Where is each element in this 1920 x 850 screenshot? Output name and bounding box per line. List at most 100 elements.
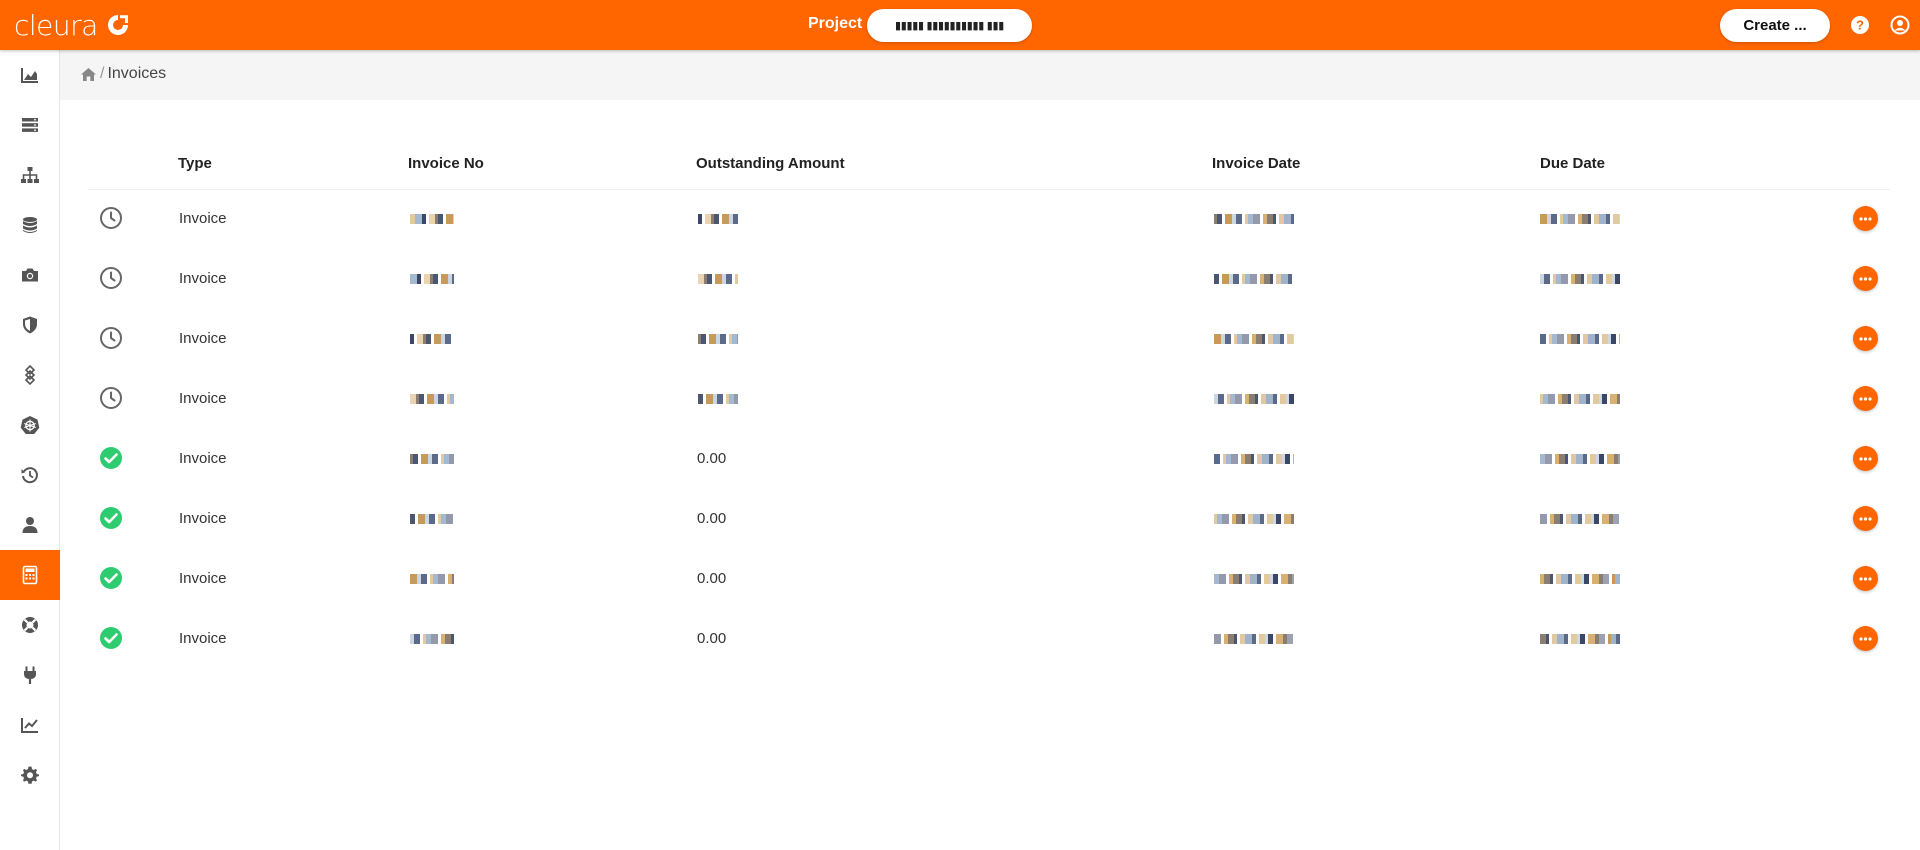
outstanding-amount: 0.00 [697, 510, 727, 527]
outstanding-amount: 0.00 [697, 570, 727, 587]
sidebar-item-snapshots[interactable] [0, 250, 60, 300]
column-header-type[interactable]: Type [178, 155, 212, 172]
redacted-value [1540, 394, 1620, 404]
sidebar-item-security[interactable] [0, 300, 60, 350]
ellipsis-icon [1859, 456, 1872, 461]
ellipsis-icon [1859, 216, 1872, 221]
table-row[interactable]: Invoice [88, 370, 1890, 430]
row-actions-button[interactable] [1853, 566, 1878, 591]
network-icon [21, 167, 39, 183]
invoice-type: Invoice [179, 270, 227, 287]
sidebar-item-integrations[interactable] [0, 650, 60, 700]
project-label: Project [808, 15, 863, 32]
sidebar [0, 50, 60, 850]
clock-icon [100, 267, 122, 289]
history-icon [21, 467, 38, 484]
row-actions-button[interactable] [1853, 266, 1878, 291]
ellipsis-icon [1859, 636, 1872, 641]
project-selector[interactable]: ▮▮▮▮▮ ▮▮▮▮▮▮▮▮▮▮ ▮▮▮ [867, 9, 1032, 42]
redacted-value [410, 394, 454, 404]
row-actions-button[interactable] [1853, 326, 1878, 351]
sidebar-item-users[interactable] [0, 500, 60, 550]
svg-text:?: ? [1856, 18, 1864, 33]
redacted-value [410, 574, 454, 584]
ellipsis-icon [1859, 276, 1872, 281]
invoice-type: Invoice [179, 450, 227, 467]
table-row[interactable]: Invoice [88, 250, 1890, 310]
column-header-invoice-no[interactable]: Invoice No [408, 155, 484, 172]
sidebar-item-billing[interactable] [0, 550, 60, 600]
sidebar-item-settings[interactable] [0, 750, 60, 800]
redacted-value [1214, 274, 1294, 284]
sidebar-item-layers[interactable] [0, 350, 60, 400]
invoice-type: Invoice [179, 570, 227, 587]
row-actions-button[interactable] [1853, 506, 1878, 531]
clock-icon [100, 327, 122, 349]
invoices-table: Type Invoice No Outstanding Amount Invoi… [88, 134, 1890, 670]
row-actions-button[interactable] [1853, 446, 1878, 471]
table-row[interactable]: Invoice [88, 310, 1890, 370]
brand-name: cleura [14, 8, 98, 42]
redacted-value [1540, 334, 1620, 344]
row-actions-button[interactable] [1853, 206, 1878, 231]
redacted-value [1540, 634, 1620, 644]
check-circle-icon [100, 507, 122, 529]
sidebar-item-dashboard[interactable] [0, 50, 60, 100]
check-circle-icon [100, 567, 122, 589]
sidebar-item-servers[interactable] [0, 100, 60, 150]
redacted-value [410, 274, 454, 284]
redacted-value [1214, 394, 1294, 404]
shield-icon [23, 316, 37, 334]
cleura-logo[interactable]: cleura [14, 8, 130, 42]
sidebar-item-kubernetes[interactable] [0, 400, 60, 450]
redacted-value [410, 454, 454, 464]
camera-icon [22, 268, 38, 282]
row-actions-button[interactable] [1853, 626, 1878, 651]
create-button[interactable]: Create ... [1720, 9, 1830, 42]
area-chart-icon [21, 68, 38, 83]
account-icon[interactable] [1890, 15, 1910, 35]
column-header-due-date[interactable]: Due Date [1540, 155, 1605, 172]
clock-icon [100, 387, 122, 409]
table-row[interactable]: Invoice 0.00 [88, 610, 1890, 670]
database-icon [23, 217, 37, 233]
help-icon[interactable]: ? [1850, 15, 1870, 35]
ellipsis-icon [1859, 576, 1872, 581]
breadcrumb-separator: / [100, 65, 105, 82]
table-row[interactable]: Invoice 0.00 [88, 430, 1890, 490]
ellipsis-icon [1859, 336, 1872, 341]
redacted-value [1214, 334, 1294, 344]
clock-icon [100, 207, 122, 229]
invoice-type: Invoice [179, 330, 227, 347]
column-header-invoice-date[interactable]: Invoice Date [1212, 155, 1300, 172]
servers-icon [22, 118, 38, 132]
redacted-value [410, 514, 454, 524]
redacted-value [1540, 214, 1620, 224]
home-icon[interactable] [80, 67, 97, 82]
sidebar-item-network[interactable] [0, 150, 60, 200]
table-row[interactable]: Invoice 0.00 [88, 490, 1890, 550]
table-header: Type Invoice No Outstanding Amount Invoi… [88, 134, 1890, 190]
table-row[interactable]: Invoice 0.00 [88, 550, 1890, 610]
invoice-type: Invoice [179, 390, 227, 407]
redacted-value [698, 274, 738, 284]
check-circle-icon [100, 627, 122, 649]
sidebar-item-history[interactable] [0, 450, 60, 500]
invoice-type: Invoice [179, 630, 227, 647]
redacted-value [1540, 514, 1620, 524]
sidebar-item-storage[interactable] [0, 200, 60, 250]
row-actions-button[interactable] [1853, 386, 1878, 411]
ellipsis-icon [1859, 516, 1872, 521]
redacted-value [1214, 514, 1294, 524]
redacted-value [698, 394, 738, 404]
column-header-outstanding-amount[interactable]: Outstanding Amount [696, 155, 845, 172]
redacted-value [1214, 634, 1294, 644]
plug-icon [24, 666, 36, 684]
cleura-logo-mark-icon [107, 15, 128, 35]
redacted-value [1214, 454, 1294, 464]
sidebar-item-support[interactable] [0, 600, 60, 650]
sidebar-item-reports[interactable] [0, 700, 60, 750]
lifebuoy-icon [22, 617, 38, 633]
table-row[interactable]: Invoice [88, 190, 1890, 250]
redacted-value [1540, 454, 1620, 464]
